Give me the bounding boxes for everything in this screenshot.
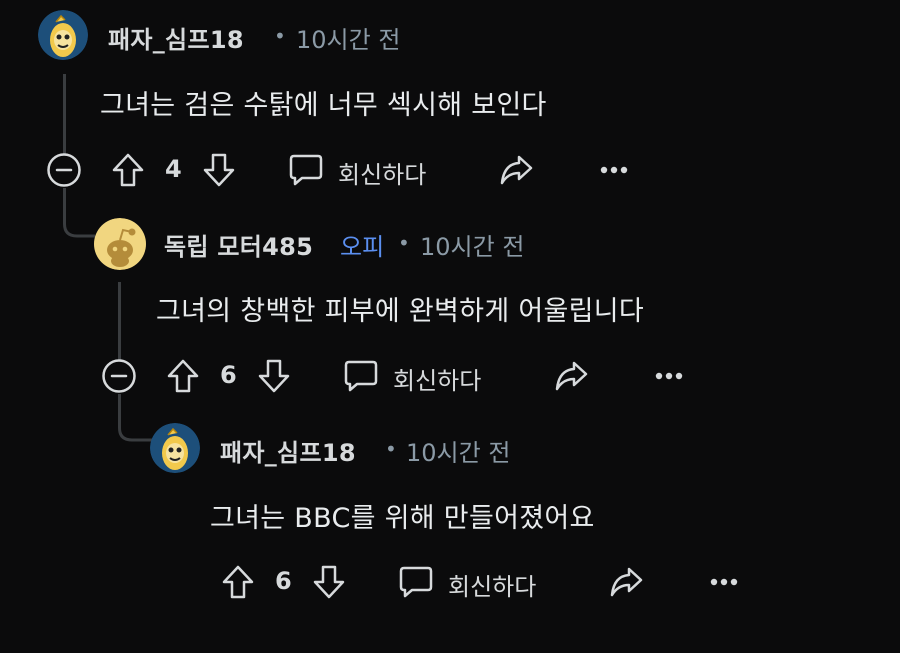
downvote-icon [313, 565, 345, 599]
share-icon [610, 567, 643, 597]
collapse-button[interactable] [45, 151, 83, 189]
downvote-icon [203, 153, 235, 187]
more-options-button[interactable] [706, 566, 742, 598]
vote-count: 6 [220, 361, 237, 389]
downvote-icon [258, 359, 290, 393]
upvote-icon [222, 565, 254, 599]
comment-icon [344, 360, 378, 392]
more-options-icon [600, 166, 628, 174]
reply-label: 회신하다 [448, 573, 537, 601]
username[interactable]: 패자_심프18 [108, 20, 244, 55]
thread-line-1 [63, 74, 66, 154]
reply-label: 회신하다 [393, 367, 482, 395]
downvote-button[interactable] [254, 356, 294, 396]
avatar[interactable] [92, 218, 148, 270]
timestamp: 10시간 전 [296, 26, 401, 54]
separator-dot: • [274, 24, 286, 48]
upvote-button[interactable] [218, 562, 258, 602]
separator-dot: • [385, 437, 397, 461]
more-options-button[interactable] [596, 154, 632, 186]
downvote-button[interactable] [199, 150, 239, 190]
share-button[interactable] [551, 356, 591, 396]
vote-count: 6 [275, 567, 292, 595]
more-options-icon [655, 372, 683, 380]
upvote-button[interactable] [163, 356, 203, 396]
thread-curve-2 [118, 414, 152, 442]
upvote-icon [167, 359, 199, 393]
downvote-button[interactable] [309, 562, 349, 602]
collapse-icon [47, 153, 81, 187]
reply-button[interactable]: 회신하다 [398, 562, 558, 602]
separator-dot: • [398, 231, 410, 255]
thread-curve-1 [63, 210, 95, 238]
timestamp: 10시간 전 [406, 439, 511, 467]
upvote-button[interactable] [108, 150, 148, 190]
op-badge: 오피 [340, 233, 385, 261]
comment-icon [289, 154, 323, 186]
more-options-icon [710, 578, 738, 586]
username[interactable]: 독립 모터485 [164, 227, 313, 262]
reply-button[interactable]: 회신하다 [288, 150, 448, 190]
avatar[interactable] [38, 10, 88, 60]
thread-line-2 [118, 282, 121, 360]
comment-body: 그녀는 BBC를 위해 만들어졌어요 [210, 503, 595, 534]
vote-count: 4 [165, 155, 182, 183]
collapse-icon [102, 359, 136, 393]
timestamp: 10시간 전 [420, 233, 525, 261]
more-options-button[interactable] [651, 360, 687, 392]
upvote-icon [112, 153, 144, 187]
comment-icon [399, 566, 433, 598]
avatar[interactable] [150, 423, 200, 473]
reply-button[interactable]: 회신하다 [343, 356, 503, 396]
reply-label: 회신하다 [338, 161, 427, 189]
username[interactable]: 패자_심프18 [220, 433, 356, 468]
comment-body: 그녀는 검은 수탉에 너무 섹시해 보인다 [100, 90, 547, 121]
share-button[interactable] [496, 150, 536, 190]
collapse-button[interactable] [100, 357, 138, 395]
comment-body: 그녀의 창백한 피부에 완벽하게 어울립니다 [156, 296, 645, 327]
share-icon [555, 361, 588, 391]
share-icon [500, 155, 533, 185]
share-button[interactable] [606, 562, 646, 602]
